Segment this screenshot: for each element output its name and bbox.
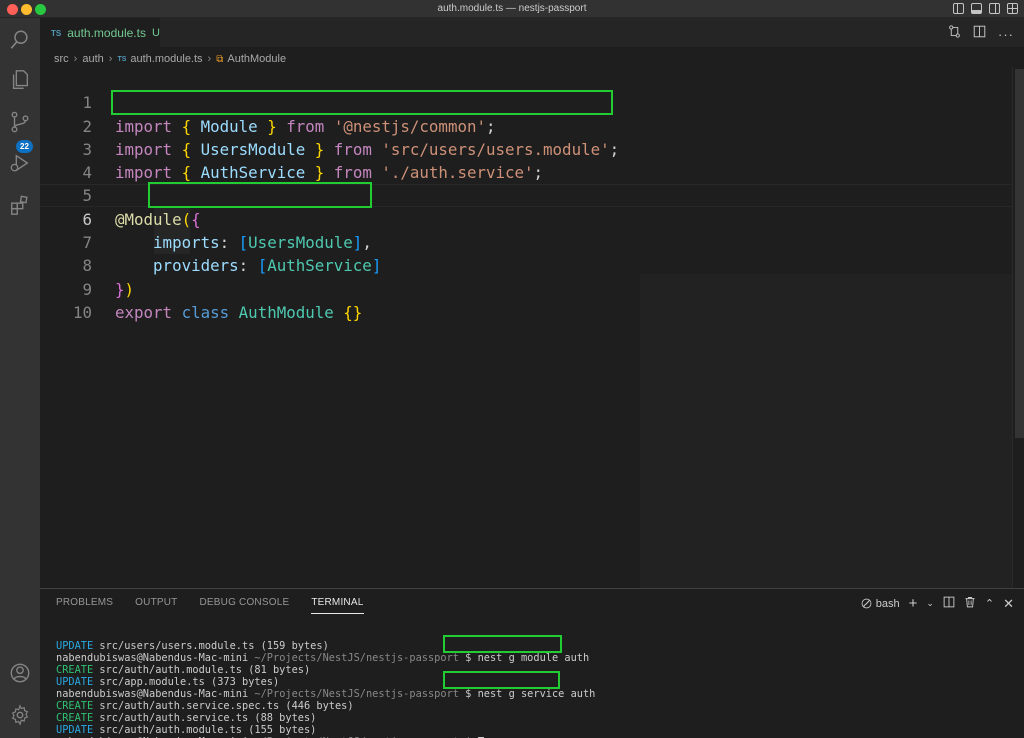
close-panel-icon[interactable]: ✕: [1003, 596, 1014, 612]
split-terminal-icon[interactable]: [943, 596, 955, 611]
shell-name: bash: [875, 597, 900, 610]
untracked-indicator: U: [151, 27, 160, 39]
highlight-box-import: [111, 90, 613, 115]
split-editor-icon[interactable]: [973, 25, 986, 43]
trash-icon[interactable]: [964, 596, 976, 611]
maximize-panel-icon[interactable]: ⌃: [985, 597, 994, 610]
typescript-file-icon: TS: [51, 28, 62, 38]
editor-actions: ···: [948, 25, 1014, 43]
terminal-line: UPDATE src/auth/auth.module.ts (155 byte…: [56, 724, 317, 736]
chevron-right-icon: ›: [108, 53, 113, 65]
new-terminal-icon[interactable]: +: [909, 595, 918, 612]
highlight-box-imports: [148, 182, 372, 208]
terminal-line: nabendubiswas@Nabendus-Mac-mini ~/Projec…: [56, 652, 590, 664]
typescript-file-icon: TS: [117, 55, 127, 63]
code-line: 3 import { AuthService } from './auth.se…: [40, 115, 1012, 182]
panel-tabs: PROBLEMS OUTPUT DEBUG CONSOLE TERMINAL: [56, 597, 364, 614]
terminal-line: CREATE src/auth/auth.service.ts (88 byte…: [56, 712, 317, 724]
source-control-icon[interactable]: [8, 110, 32, 134]
breadcrumb-auth[interactable]: auth: [82, 53, 103, 65]
terminal-line: CREATE src/auth/auth.service.spec.ts (44…: [56, 700, 354, 712]
code-line: 7 providers: [AuthService]: [40, 208, 1012, 275]
line-number: 10: [72, 302, 92, 322]
tab-terminal[interactable]: TERMINAL: [311, 597, 364, 614]
code-line: 8 }): [40, 231, 1012, 298]
open-changes-icon[interactable]: [948, 25, 961, 43]
run-debug-icon[interactable]: [8, 151, 32, 175]
toggle-sidebar-icon[interactable]: [953, 3, 964, 14]
command-text: nest g module auth: [477, 652, 590, 664]
breadcrumb-symbol[interactable]: AuthModule: [227, 53, 286, 65]
tab-problems[interactable]: PROBLEMS: [56, 597, 113, 614]
editor-tab-bar: TS auth.module.ts U ···: [40, 18, 1024, 47]
command-text: nest g service auth: [477, 688, 596, 700]
tab-auth-module[interactable]: TS auth.module.ts U: [40, 18, 160, 47]
terminal-line: nabendubiswas@Nabendus-Mac-mini ~/Projec…: [56, 688, 596, 700]
tab-output[interactable]: OUTPUT: [135, 597, 177, 614]
terminal-shell-selector[interactable]: bash: [861, 598, 900, 610]
class-symbol-icon: ⧉: [216, 53, 224, 65]
window-title: auth.module.ts — nestjs-passport: [437, 3, 587, 14]
chevron-down-icon[interactable]: ⌄: [926, 598, 934, 609]
code-line: 5 @Module({: [40, 161, 1012, 228]
extensions-icon[interactable]: [8, 193, 32, 217]
chevron-right-icon: ›: [207, 53, 212, 65]
explorer-icon[interactable]: [8, 68, 32, 92]
breadcrumb: src › auth › TS auth.module.ts › ⧉ AuthM…: [54, 52, 286, 66]
accounts-icon[interactable]: [8, 661, 32, 685]
highlight-box-command-module: [443, 635, 562, 653]
panel-actions: bash + ⌄ ⌃ ✕: [861, 595, 1014, 612]
code-line: 1 import { Module } from '@nestjs/common…: [40, 68, 1012, 135]
search-icon[interactable]: [8, 28, 32, 52]
terminal-icon: [861, 598, 872, 609]
toggle-panel-icon[interactable]: [971, 3, 982, 14]
minimap-area: [640, 274, 1012, 588]
title-bar: auth.module.ts — nestjs-passport: [0, 0, 1024, 18]
toggle-secondary-sidebar-icon[interactable]: [989, 3, 1000, 14]
activity-bar: 22: [0, 18, 40, 738]
highlight-box-command-service: [443, 671, 560, 689]
breadcrumb-src[interactable]: src: [54, 53, 69, 65]
layout-controls: [953, 3, 1018, 14]
bottom-panel: PROBLEMS OUTPUT DEBUG CONSOLE TERMINAL b…: [40, 588, 1024, 738]
code-line: 10: [40, 278, 1012, 322]
breadcrumb-file[interactable]: auth.module.ts: [130, 53, 202, 65]
tab-label: auth.module.ts: [67, 26, 146, 40]
code-line: 4: [40, 138, 1012, 182]
tab-debug-console[interactable]: DEBUG CONSOLE: [199, 597, 289, 614]
chevron-right-icon: ›: [73, 53, 78, 65]
manage-gear-icon[interactable]: [8, 703, 32, 727]
code-line: 9 export class AuthModule {}: [40, 254, 1012, 322]
editor-scrollbar[interactable]: [1012, 67, 1024, 588]
more-actions-icon[interactable]: ···: [998, 27, 1014, 42]
customize-layout-icon[interactable]: [1007, 3, 1018, 14]
code-editor[interactable]: 1 import { Module } from '@nestjs/common…: [40, 67, 1024, 588]
